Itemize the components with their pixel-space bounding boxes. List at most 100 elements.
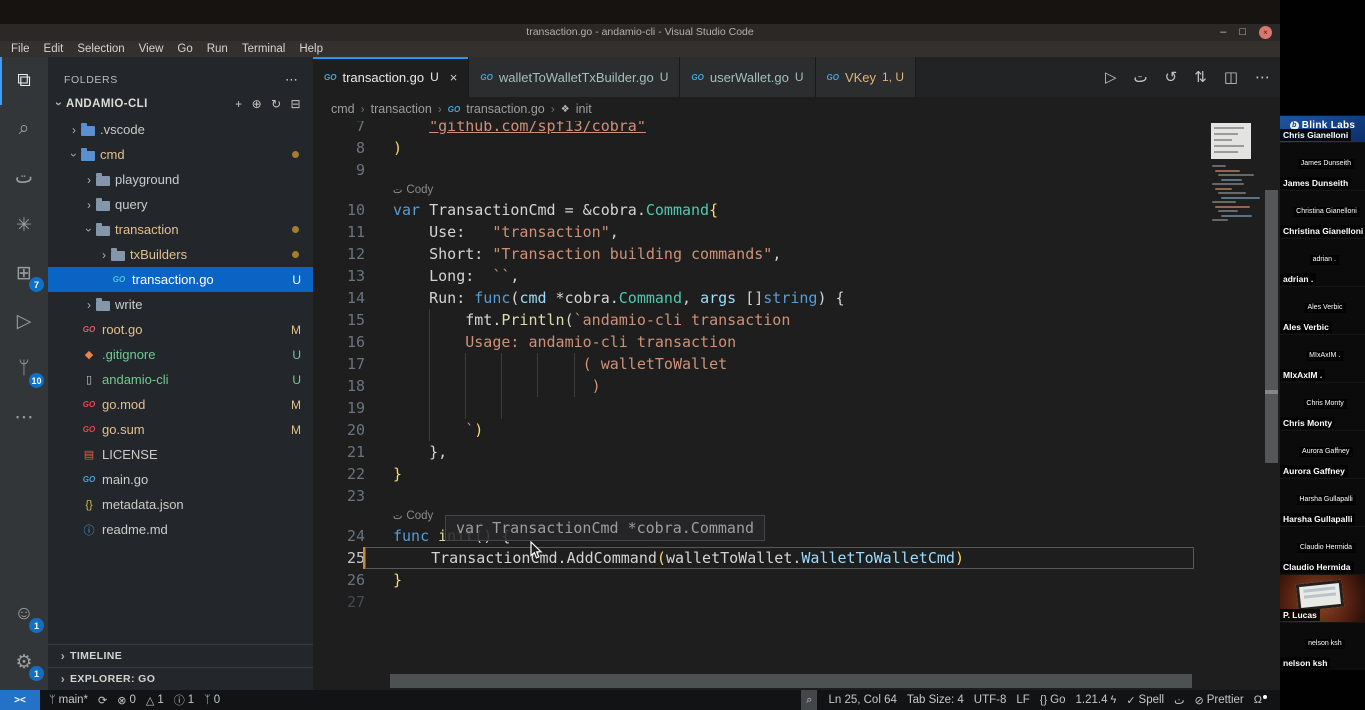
activity-more-views-icon[interactable]: ⋯ xyxy=(0,393,48,441)
breadcrumb-item-cmd[interactable]: cmd xyxy=(331,102,355,116)
more-actions-icon[interactable]: ⋯ xyxy=(1255,68,1270,86)
activity-source-control-icon[interactable]: ᛘ10 xyxy=(0,345,48,393)
code-line-8[interactable]: 8) xyxy=(313,137,1194,159)
close-icon[interactable]: × xyxy=(450,70,458,85)
tree-item-.gitignore[interactable]: ◆.gitignoreU xyxy=(48,342,313,367)
split-editor-icon[interactable]: ◫ xyxy=(1224,68,1238,86)
code-line-20[interactable]: 20 `) xyxy=(313,419,1194,441)
tree-item-transaction.go[interactable]: GOtransaction.goU xyxy=(48,267,313,292)
codelens[interactable]: تCody xyxy=(313,181,1194,199)
menu-selection[interactable]: Selection xyxy=(70,43,131,55)
more-icon[interactable]: ⋯ xyxy=(285,72,299,88)
code-line-16[interactable]: 16 Usage: andamio-cli transaction xyxy=(313,331,1194,353)
code-line-21[interactable]: 21 }, xyxy=(313,441,1194,463)
menu-view[interactable]: View xyxy=(132,43,171,55)
participant-tile-MIxAxIM .[interactable]: MIxAxIM .MIxAxIM . xyxy=(1280,334,1365,382)
tree-item-query[interactable]: ›query xyxy=(48,192,313,217)
tree-item-transaction[interactable]: ›transaction xyxy=(48,217,313,242)
vertical-scrollbar[interactable] xyxy=(1265,190,1278,463)
tree-item-LICENSE[interactable]: ▤LICENSE xyxy=(48,442,313,467)
activity-settings-icon[interactable]: ⚙1 xyxy=(0,638,48,686)
tree-item-go.mod[interactable]: GOgo.modM xyxy=(48,392,313,417)
infos[interactable]: ⓘ1 xyxy=(169,690,199,710)
close-button[interactable]: × xyxy=(1259,26,1272,39)
timeline-icon[interactable]: ↺ xyxy=(1165,68,1178,86)
participant-tile-Ales Verbic[interactable]: Ales VerbicAles Verbic xyxy=(1280,286,1365,334)
tab-walletToWalletTxBuilder.go[interactable]: GOwalletToWalletTxBuilder.goU xyxy=(469,57,680,97)
tree-item-root.go[interactable]: GOroot.goM xyxy=(48,317,313,342)
prettier[interactable]: ⊘Prettier xyxy=(1189,690,1248,710)
participant-tile-Chris Gianelloni[interactable]: bBlink LabsChris Gianelloni xyxy=(1280,115,1365,142)
horizontal-scrollbar[interactable] xyxy=(390,674,1192,688)
tree-item-go.sum[interactable]: GOgo.sumM xyxy=(48,417,313,442)
participant-tile-Christina Gianelloni[interactable]: Christina GianelloniChristina Gianelloni xyxy=(1280,190,1365,238)
tree-item-main.go[interactable]: GOmain.go xyxy=(48,467,313,492)
participant-tile-Claudio Hermida[interactable]: Claudio HermidaClaudio Hermida xyxy=(1280,526,1365,574)
breadcrumb-item-transaction[interactable]: transaction xyxy=(371,102,432,116)
participant-tile-P. Lucas[interactable]: P. Lucas xyxy=(1280,574,1365,622)
tree-item-playground[interactable]: ›playground xyxy=(48,167,313,192)
code-line-25[interactable]: 25 TransactionCmd.AddCommand(walletToWal… xyxy=(313,547,1194,569)
breadcrumb-item-init[interactable]: init xyxy=(576,102,592,116)
ports[interactable]: ᛉ0 xyxy=(199,690,225,710)
code-line-12[interactable]: 12 Short: "Transaction building commands… xyxy=(313,243,1194,265)
code-line-9[interactable]: 9 xyxy=(313,159,1194,181)
code-line-13[interactable]: 13 Long: ``, xyxy=(313,265,1194,287)
new-file-button[interactable]: + xyxy=(235,97,242,111)
code-line-11[interactable]: 11 Use: "transaction", xyxy=(313,221,1194,243)
participant-tile-James Dunseith[interactable]: James DunseithJames Dunseith xyxy=(1280,142,1365,190)
tab-VKey[interactable]: GOVKey1, U xyxy=(816,57,917,97)
timeline-section[interactable]: › TIMELINE xyxy=(48,644,313,667)
code-line-23[interactable]: 23 xyxy=(313,485,1194,507)
code-line-26[interactable]: 26} xyxy=(313,569,1194,591)
cody-icon[interactable]: ت xyxy=(1134,68,1148,86)
go-version[interactable]: 1.21.4ϟ xyxy=(1071,690,1122,710)
activity-snowflake-icon[interactable]: ✳ xyxy=(0,201,48,249)
code-line-18[interactable]: 18 ) xyxy=(313,375,1194,397)
code-editor[interactable]: 7 "github.com/spf13/cobra"8)9تCody10var … xyxy=(313,121,1280,672)
breadcrumb[interactable]: cmd›transaction›GOtransaction.go›❖init xyxy=(313,97,1280,121)
activity-extensions-icon[interactable]: ⊞7 xyxy=(0,249,48,297)
participant-tile-Aurora Gaffney[interactable]: Aurora GaffneyAurora Gaffney xyxy=(1280,430,1365,478)
activity-accounts-icon[interactable]: ☺1 xyxy=(0,590,48,638)
participant-tile-Chris Monty[interactable]: Chris MontyChris Monty xyxy=(1280,382,1365,430)
cody-status[interactable]: ت xyxy=(1169,690,1189,710)
tree-item-txBuilders[interactable]: ›txBuilders xyxy=(48,242,313,267)
tree-item-write[interactable]: ›write xyxy=(48,292,313,317)
tree-item-readme.md[interactable]: ⓘreadme.md xyxy=(48,517,313,542)
menu-help[interactable]: Help xyxy=(292,43,330,55)
code-line-15[interactable]: 15 fmt.Println(`andamio-cli transaction xyxy=(313,309,1194,331)
participant-tile-nelson ksh[interactable]: nelson kshnelson ksh xyxy=(1280,622,1365,670)
menu-file[interactable]: File xyxy=(4,43,37,55)
explorer-go-section[interactable]: › EXPLORER: GO xyxy=(48,667,313,690)
notifications-bell[interactable]: Ω xyxy=(1249,690,1272,710)
eol[interactable]: LF xyxy=(1011,690,1034,710)
code-line-10[interactable]: 10var TransactionCmd = &cobra.Command{ xyxy=(313,199,1194,221)
collapse-button[interactable]: ⊟ xyxy=(291,97,301,111)
tree-item-andamio-cli[interactable]: ▯andamio-cliU xyxy=(48,367,313,392)
menu-go[interactable]: Go xyxy=(170,43,199,55)
tab-userWallet.go[interactable]: GOuserWallet.goU xyxy=(680,57,815,97)
menu-run[interactable]: Run xyxy=(200,43,235,55)
new-folder-button[interactable]: ⊕ xyxy=(252,97,262,111)
run-button[interactable]: ▷ xyxy=(1105,68,1117,86)
spell-checker[interactable]: ✓Spell xyxy=(1121,690,1169,710)
menu-edit[interactable]: Edit xyxy=(37,43,71,55)
sync-changes-icon[interactable]: ⇅ xyxy=(1194,68,1207,86)
participant-tile-Harsha Gullapalli[interactable]: Harsha GullapalliHarsha Gullapalli xyxy=(1280,478,1365,526)
minimap[interactable] xyxy=(1208,121,1260,281)
encoding[interactable]: UTF-8 xyxy=(969,690,1012,710)
refresh-button[interactable]: ↻ xyxy=(271,97,281,111)
git-branch[interactable]: ᛘmain* xyxy=(44,690,93,710)
remote-indicator[interactable]: >< xyxy=(0,690,40,710)
sync-icon[interactable]: ⟳ xyxy=(93,690,112,710)
indentation[interactable]: Tab Size: 4 xyxy=(902,690,969,710)
breadcrumb-item-transaction.go[interactable]: transaction.go xyxy=(466,102,545,116)
code-line-27[interactable]: 27 xyxy=(313,591,1194,613)
language-mode[interactable]: {}Go xyxy=(1035,690,1071,710)
tree-item-metadata.json[interactable]: {}metadata.json xyxy=(48,492,313,517)
minimize-button[interactable]: – xyxy=(1220,26,1226,39)
code-line-19[interactable]: 19 xyxy=(313,397,1194,419)
errors[interactable]: ⊗0 xyxy=(112,690,141,710)
activity-cody-icon[interactable]: ت xyxy=(0,153,48,201)
